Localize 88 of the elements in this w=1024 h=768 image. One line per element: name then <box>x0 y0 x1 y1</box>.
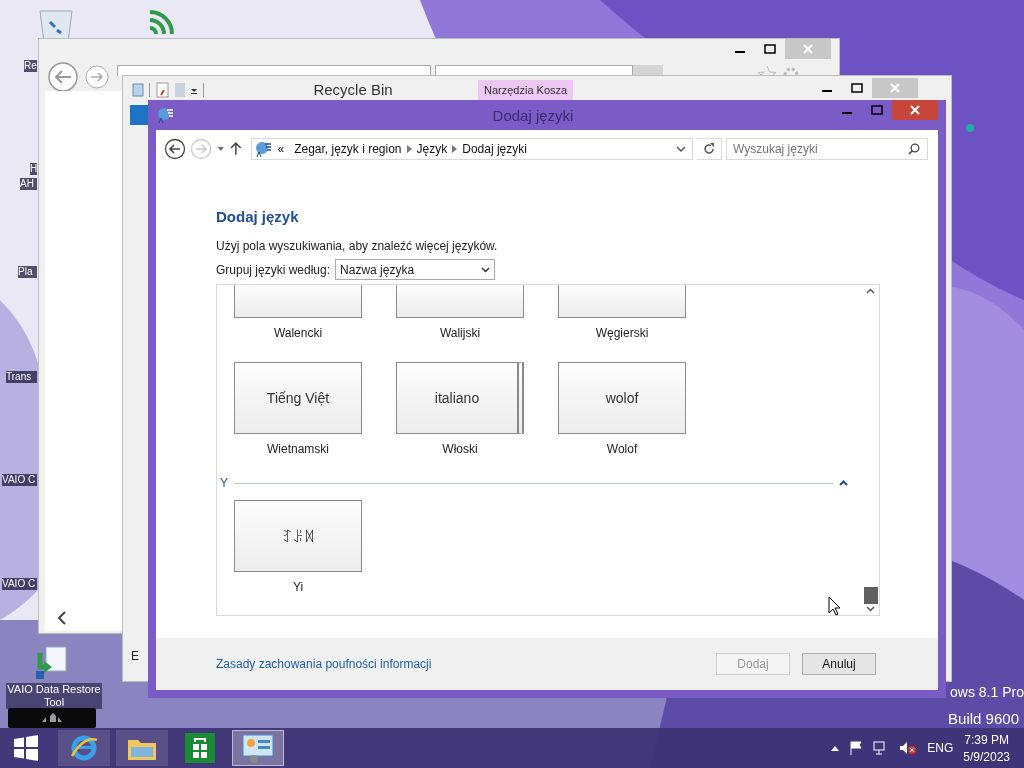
dropdown-caret-icon[interactable] <box>216 146 226 152</box>
search-field[interactable]: Wyszukaj języki <box>726 138 928 160</box>
breadcrumb-separator-icon[interactable] <box>406 145 412 153</box>
close-button[interactable] <box>892 100 938 120</box>
minimize-icon <box>735 51 745 53</box>
minimize-icon <box>822 90 832 92</box>
language-name: Walencki <box>273 326 323 340</box>
edition-watermark-text: Build 9600 <box>948 710 1019 727</box>
vertical-scrollbar[interactable] <box>862 285 879 615</box>
back-icon[interactable] <box>47 61 79 93</box>
desktop-icon-label[interactable]: VAIO Data Restore Tool <box>6 683 102 709</box>
scroll-down-icon[interactable] <box>866 606 875 612</box>
forward-icon <box>190 138 212 160</box>
show-hidden-icons-caret-icon[interactable] <box>831 745 840 751</box>
window-title: Recycle Bin <box>312 81 394 98</box>
clock[interactable]: 7:39 PM 5/9/2023 <box>963 732 1010 764</box>
taskbar-app-button[interactable] <box>58 730 110 766</box>
hint-text: Użyj pola wyszukiwania, aby znaleźć więcej języków. <box>216 239 499 253</box>
breadcrumb-item[interactable]: Dodaj języki <box>457 142 532 156</box>
back-icon <box>164 138 186 160</box>
language-tile[interactable] <box>234 285 362 318</box>
language-tile[interactable]: italiano <box>396 362 524 434</box>
desktop-icon-label[interactable]: Pla <box>18 266 37 278</box>
desktop-icon-label[interactable]: VAIO C <box>2 578 37 590</box>
close-icon <box>803 44 813 54</box>
language-name: Yi <box>292 580 304 594</box>
mouse-cursor-icon <box>828 596 841 616</box>
language-tile[interactable]: wolof <box>558 362 686 434</box>
refresh-button[interactable] <box>696 138 722 160</box>
close-icon <box>910 105 920 115</box>
maximize-icon <box>764 44 776 54</box>
language-name: Włoski <box>442 442 478 456</box>
desktop-icon-label[interactable]: AH <box>20 178 37 190</box>
desktop-icon-label[interactable]: VAIO C <box>2 474 37 486</box>
desktop-icon-label[interactable]: Re <box>24 60 37 72</box>
language-tile[interactable] <box>558 285 686 318</box>
scroll-up-icon[interactable] <box>866 288 875 294</box>
language-tile[interactable]: ꆈꌠꉙ <box>234 500 362 572</box>
refresh-icon <box>702 143 715 155</box>
up-arrow-icon[interactable] <box>229 142 242 156</box>
language-name: Walijski <box>439 326 481 340</box>
breadcrumb-overflow[interactable]: « <box>272 142 290 156</box>
speaker-muted-icon[interactable] <box>899 741 918 755</box>
breadcrumb-item[interactable]: Język <box>411 142 453 156</box>
chevron-down-icon[interactable] <box>675 145 686 153</box>
language-tile[interactable]: Tiếng Việt <box>234 362 362 434</box>
group-header-letter[interactable]: Y <box>220 476 228 490</box>
minimize-icon <box>842 112 852 114</box>
scroll-thumb[interactable] <box>863 587 878 604</box>
language-tile[interactable] <box>396 285 524 318</box>
ribbon-context-tab[interactable]: Narzędzia Kosza <box>478 80 574 100</box>
maximize-icon <box>871 105 883 115</box>
desktop-icon-label[interactable]: H <box>30 163 37 175</box>
group-by-label: Grupuj języki według: <box>216 262 331 277</box>
input-language-text[interactable]: ENG <box>927 741 954 755</box>
language-name: Wietnamski <box>267 442 329 456</box>
chevron-down-icon <box>481 266 491 273</box>
search-icon[interactable] <box>908 143 920 155</box>
taskbar-app-button[interactable] <box>116 730 168 766</box>
language-globe-icon <box>156 106 174 124</box>
breadcrumb-separator-icon[interactable] <box>452 145 458 153</box>
scroll-left-icon[interactable] <box>57 611 67 625</box>
edition-watermark-text: ows 8.1 Pro <box>950 684 1024 700</box>
language-name: Węgierski <box>595 326 649 340</box>
desktop-icon-label[interactable]: Trans <box>6 371 37 383</box>
address-bar[interactable]: « Zegar, język i region Język Dodaj języki <box>251 138 693 160</box>
maximize-icon <box>851 83 863 93</box>
privacy-link[interactable]: Zasady zachowania poufności informacji <box>216 657 432 671</box>
control-panel-icon <box>242 733 274 763</box>
address-field[interactable] <box>117 65 431 76</box>
status-text: E <box>131 649 139 663</box>
store-bag-icon <box>185 733 215 763</box>
flag-icon[interactable] <box>849 741 864 755</box>
browser-e-icon <box>70 734 98 762</box>
windows-logo-icon <box>13 735 39 761</box>
group-by-dropdown[interactable]: Nazwa języka <box>335 259 496 280</box>
toolbar-handle-drawing[interactable] <box>8 708 96 728</box>
collapse-chevron-icon[interactable] <box>839 480 848 486</box>
tab-field[interactable] <box>435 65 633 76</box>
back-button[interactable] <box>164 138 186 160</box>
window-title: Dodaj języki <box>491 106 575 124</box>
language-name: Wolof <box>606 442 638 456</box>
page-heading: Dodaj język <box>216 208 300 225</box>
breadcrumb-item[interactable]: Zegar, język i region <box>289 142 407 156</box>
close-icon <box>890 83 900 93</box>
star-icon[interactable] <box>757 65 777 75</box>
language-globe-icon <box>254 140 273 158</box>
cancel-button[interactable]: Anuluj <box>802 653 876 675</box>
